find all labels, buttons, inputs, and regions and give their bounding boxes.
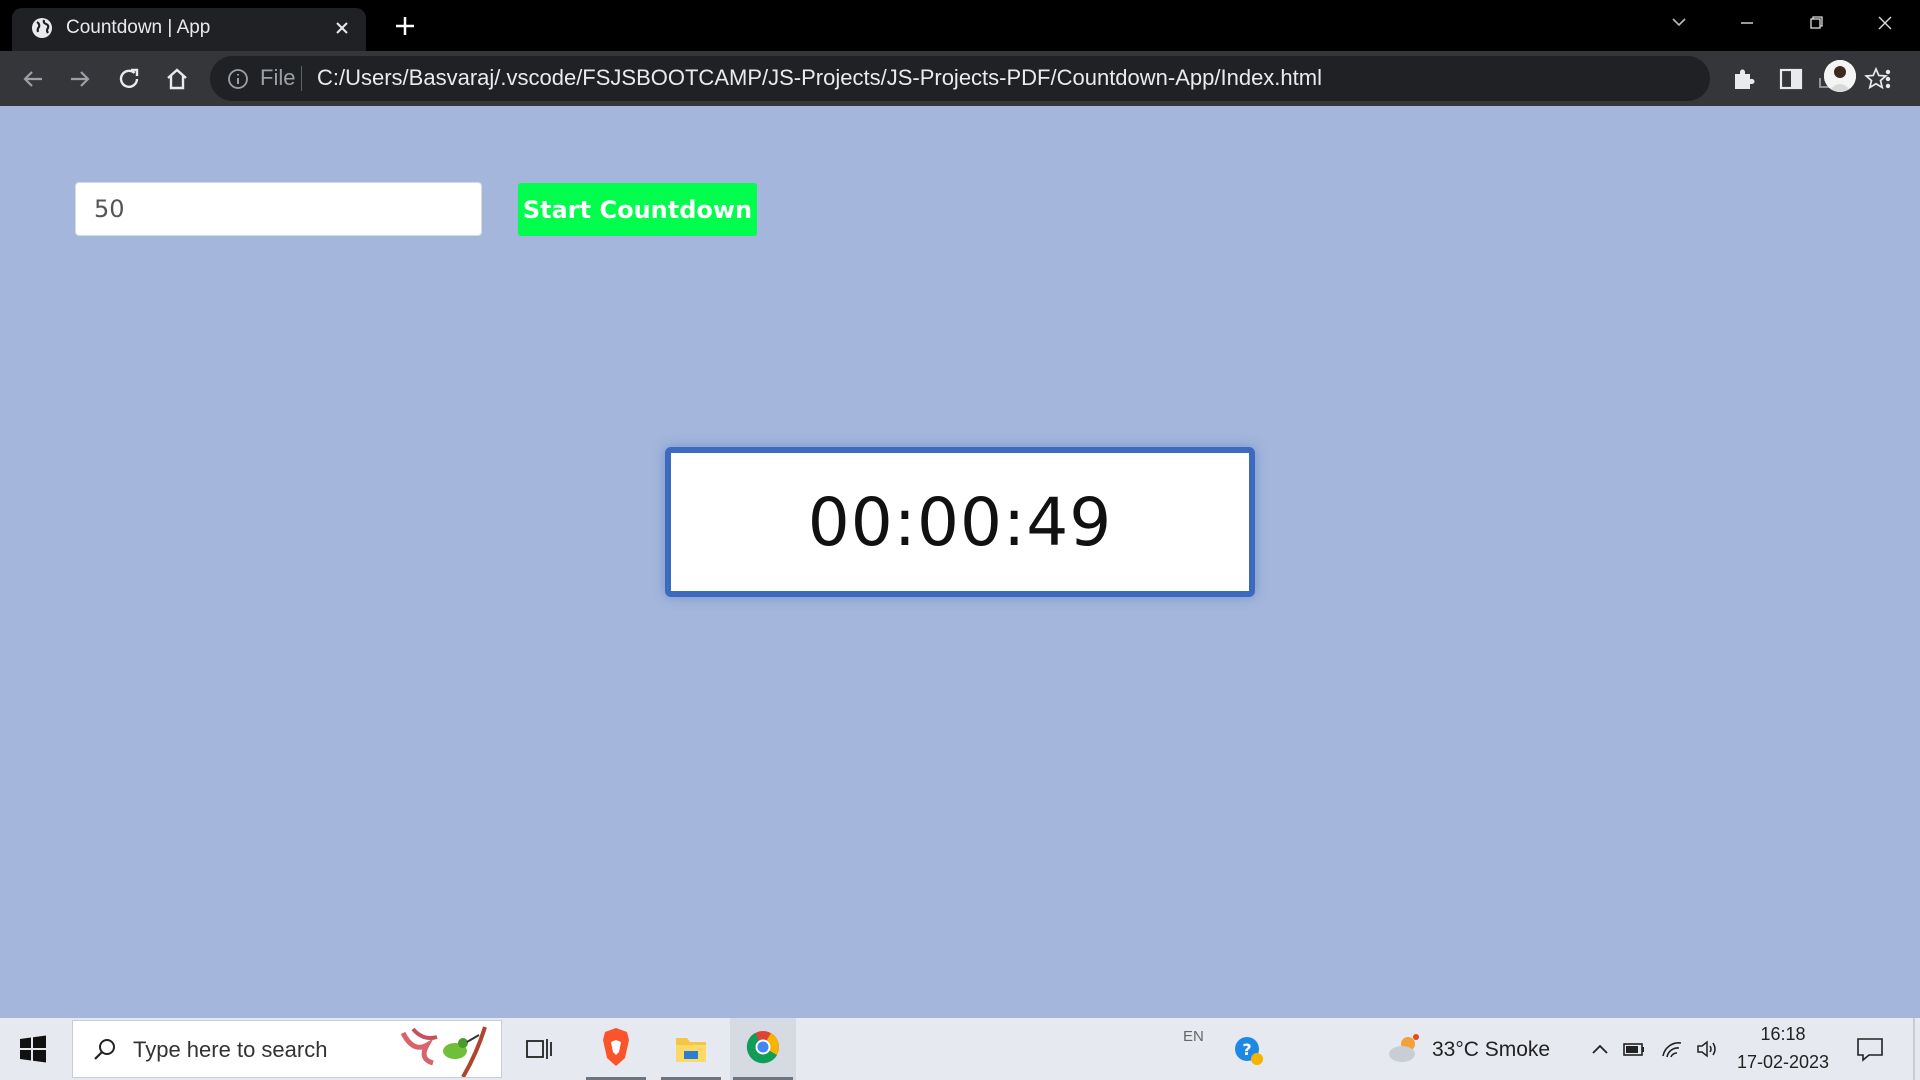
browser-tab-bar: Countdown | App	[0, 0, 1920, 51]
taskbar-search-placeholder: Type here to search	[133, 1037, 328, 1062]
new-tab-icon[interactable]	[390, 11, 420, 41]
show-desktop-button[interactable]	[1913, 1018, 1915, 1080]
windows-taskbar: Type here to search EN ? 33°C Smoke 16:1…	[0, 1018, 1920, 1080]
extensions-puzzle-icon[interactable]	[1729, 65, 1757, 93]
page-content: Start Countdown 00:00:49	[0, 106, 1920, 1018]
weather-text[interactable]: 33°C Smoke	[1432, 1038, 1550, 1062]
svg-text:?: ?	[1242, 1040, 1251, 1059]
forward-icon[interactable]	[63, 62, 97, 96]
volume-icon[interactable]	[1695, 1038, 1719, 1060]
address-bar[interactable]: File C:/Users/Basvaraj/.vscode/FSJSBOOTC…	[210, 56, 1888, 101]
seconds-input[interactable]	[75, 182, 482, 236]
clock-time[interactable]: 16:18	[1738, 1024, 1828, 1045]
address-separator	[301, 66, 302, 91]
weather-cloud-icon[interactable]	[1386, 1032, 1422, 1066]
tab-search-icon[interactable]	[1656, 6, 1702, 40]
restore-icon[interactable]	[1793, 6, 1839, 40]
notification-icon[interactable]	[1855, 1035, 1885, 1063]
reload-icon[interactable]	[112, 62, 146, 96]
tab-title: Countdown | App	[66, 17, 211, 38]
timer-display: 00:00:49	[807, 483, 1113, 561]
brave-browser-icon	[603, 1028, 629, 1066]
taskbar-brave-app[interactable]	[583, 1018, 649, 1080]
info-icon[interactable]	[225, 66, 251, 92]
timer-box: 00:00:49	[665, 447, 1255, 597]
back-icon[interactable]	[16, 62, 50, 96]
globe-icon	[32, 18, 52, 38]
more-options-icon[interactable]	[1874, 65, 1902, 93]
search-highlight-bird-icon	[400, 1026, 487, 1077]
search-icon	[94, 1039, 115, 1060]
clock-date[interactable]: 17-02-2023	[1735, 1052, 1831, 1073]
home-icon[interactable]	[160, 62, 194, 96]
help-icon[interactable]: ?	[1232, 1034, 1264, 1066]
minimize-icon[interactable]	[1724, 6, 1770, 40]
profile-avatar[interactable]	[1824, 60, 1856, 92]
task-view-icon[interactable]	[524, 1035, 554, 1063]
file-scheme-label: File	[260, 65, 296, 90]
browser-toolbar: File C:/Users/Basvaraj/.vscode/FSJSBOOTC…	[0, 51, 1920, 106]
language-indicator[interactable]: EN	[1183, 1028, 1204, 1045]
wifi-icon[interactable]	[1660, 1038, 1684, 1060]
windows-start-icon[interactable]	[18, 1034, 48, 1064]
folder-icon	[676, 1038, 706, 1062]
close-window-icon[interactable]	[1862, 6, 1908, 40]
battery-icon[interactable]	[1622, 1038, 1646, 1060]
chevron-up-icon[interactable]	[1588, 1038, 1612, 1060]
profile-person-icon	[1824, 60, 1856, 92]
taskbar-search-box[interactable]: Type here to search	[72, 1020, 502, 1078]
taskbar-file-explorer-app[interactable]	[658, 1018, 724, 1080]
browser-tab[interactable]: Countdown | App	[12, 8, 366, 51]
start-countdown-button[interactable]: Start Countdown	[518, 183, 757, 236]
close-tab-icon[interactable]	[328, 14, 356, 42]
side-panel-icon[interactable]	[1777, 65, 1805, 93]
taskbar-chrome-app[interactable]	[730, 1018, 796, 1080]
chrome-browser-icon	[746, 1031, 780, 1064]
url-text[interactable]: C:/Users/Basvaraj/.vscode/FSJSBOOTCAMP/J…	[317, 65, 1322, 91]
